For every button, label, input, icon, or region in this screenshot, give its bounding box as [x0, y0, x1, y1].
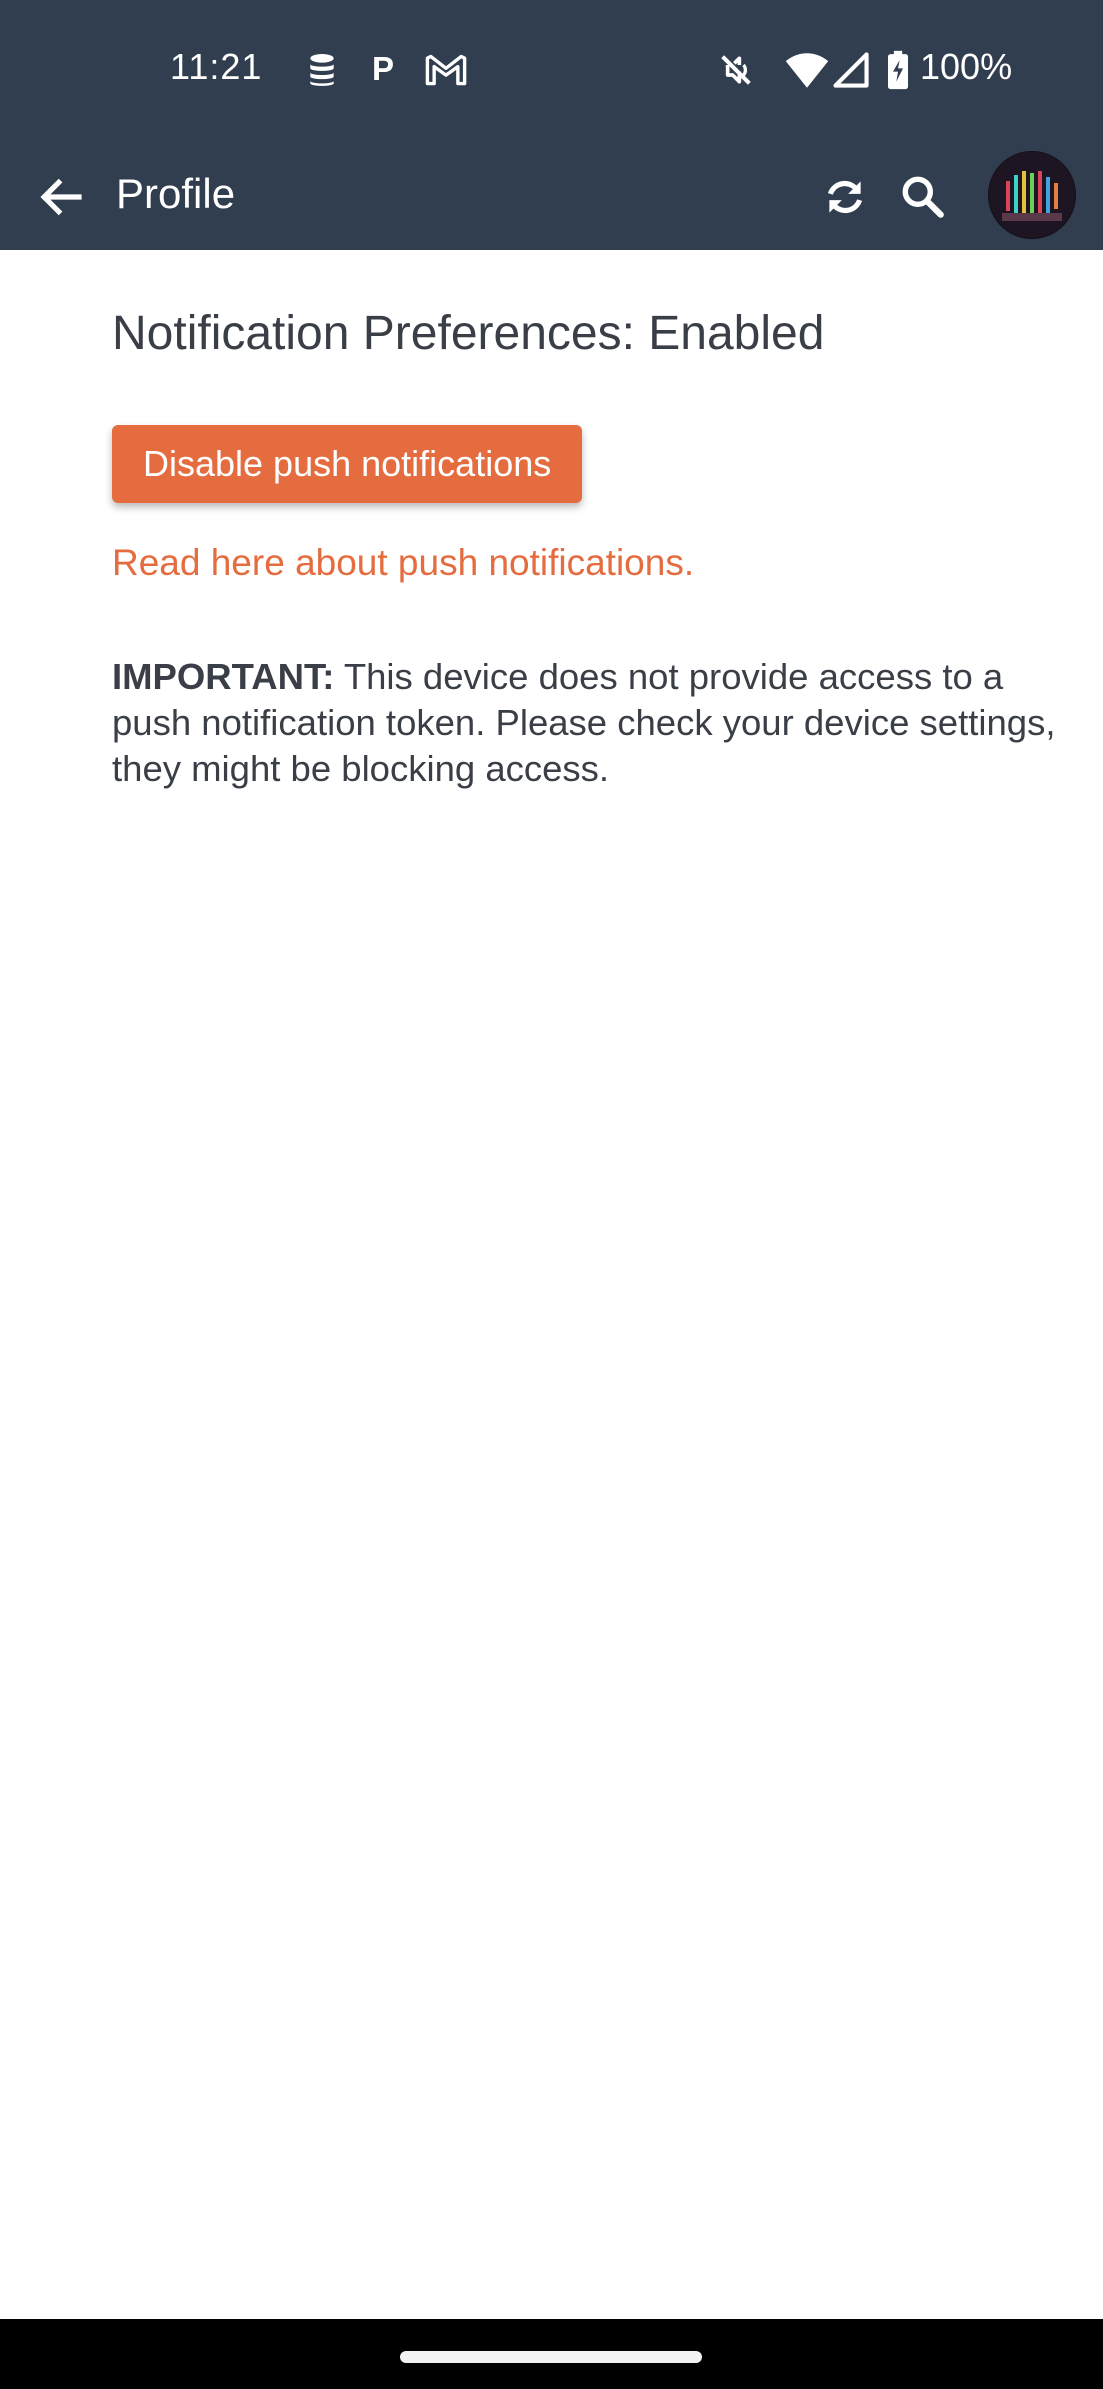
important-notice: IMPORTANT: This device does not provide … [112, 654, 1072, 792]
gmail-icon [425, 54, 467, 86]
important-label: IMPORTANT: [112, 656, 335, 697]
system-navigation-bar [0, 2319, 1103, 2389]
page-title: Profile [116, 170, 236, 217]
search-icon[interactable] [898, 172, 948, 222]
disable-push-notifications-button[interactable]: Disable push notifications [112, 425, 583, 503]
battery-percentage: 100% [920, 46, 1013, 87]
mute-icon [721, 55, 751, 85]
p-icon: P [372, 50, 395, 87]
notification-preferences-heading: Notification Preferences: Enabled [112, 307, 825, 360]
wifi-icon [785, 53, 829, 88]
status-bar: 11:21 P 100% [0, 0, 1103, 140]
refresh-icon[interactable] [820, 172, 870, 222]
header: 11:21 P 100% Profile [0, 0, 1103, 250]
battery-charging-icon [888, 50, 908, 90]
avatar-image [988, 151, 1076, 239]
status-time: 11:21 [170, 46, 263, 87]
app-bar: Profile [0, 140, 1103, 250]
back-arrow-icon[interactable] [34, 170, 88, 224]
push-notifications-info-link[interactable]: Read here about push notifications. [112, 542, 694, 584]
avatar[interactable] [988, 151, 1076, 239]
database-icon [310, 54, 334, 86]
signal-icon [833, 52, 869, 88]
profile-screen: 11:21 P 100% Profile Notification Prefer… [0, 0, 1103, 2389]
home-gesture-handle[interactable] [400, 2351, 702, 2363]
